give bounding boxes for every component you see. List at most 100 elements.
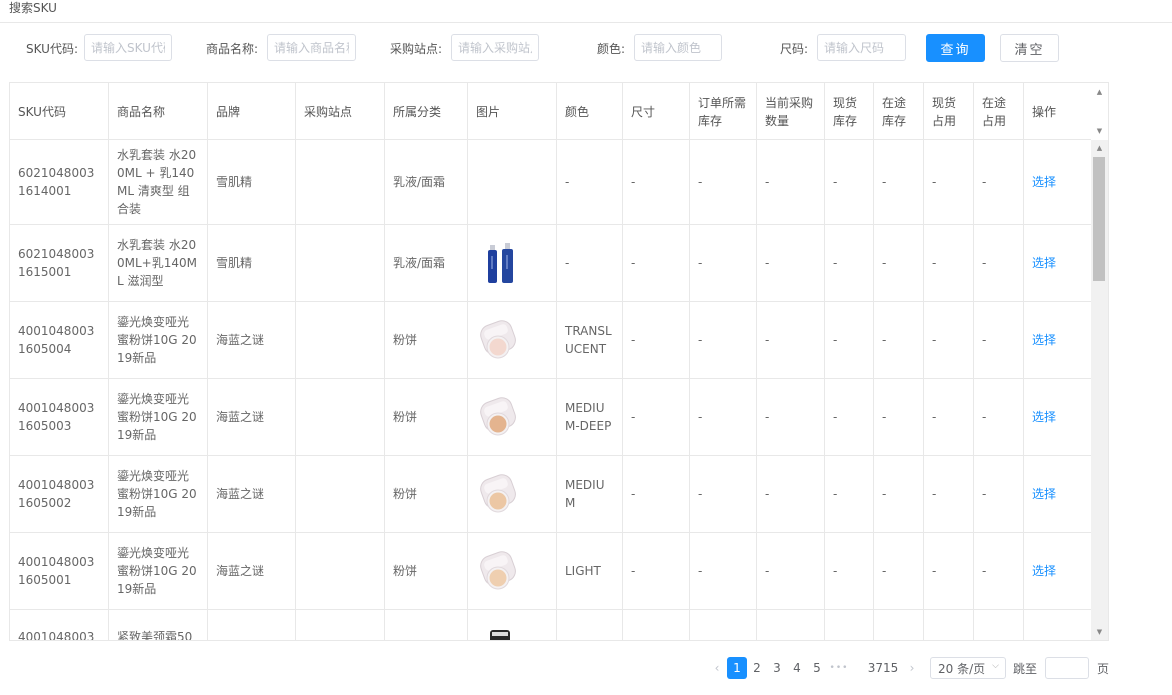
cell-size: - [623,379,690,455]
cell-purchase-qty: - [757,379,825,455]
cell-product-name: 紧致美颈霜50 [109,610,208,640]
clear-button[interactable]: 清空 [1000,34,1059,62]
purchase-site-input[interactable] [451,34,539,61]
column-header-color: 颜色 [557,83,623,140]
cell-purchase-qty: - [757,456,825,532]
page-2-button[interactable]: 2 [747,657,767,679]
cell-purchase-qty: - [757,140,825,224]
cell-category: 粉饼 [385,302,468,378]
cell-action: 选择 [1024,140,1092,224]
scroll-down-icon[interactable]: ▼ [1091,626,1108,638]
cell-order-stock: - [690,302,757,378]
cell-brand: 海蓝之谜 [208,533,296,609]
cell-spot-used: - [924,302,974,378]
cell-transit-used: - [974,140,1024,224]
cell-spot-used: - [924,379,974,455]
page-5-button[interactable]: 5 [807,657,827,679]
cell-transit-used: - [974,379,1024,455]
cell-spot-stock: - [825,302,874,378]
table-row: 400104800316紧致美颈霜50 [10,610,1092,640]
cell-sku-code: 40010480031605004 [10,302,109,378]
column-header-size: 尺寸 [623,83,690,140]
cell-image [468,533,557,609]
select-link[interactable]: 选择 [1032,254,1056,272]
cell-action: 选择 [1024,225,1092,301]
cell-purchase-qty [757,610,825,640]
select-link[interactable]: 选择 [1032,562,1056,580]
sku-code-label: SKU代码: [26,42,78,56]
cell-product-name: 水乳套装 水200ML + 乳140ML 清爽型 组合装 [109,140,208,224]
last-page-button[interactable]: 3715 [866,657,900,679]
cell-transit-stock: - [874,533,924,609]
column-header-spot-used: 现货占用 [924,83,974,140]
scrollbar-thumb[interactable] [1093,157,1105,281]
cell-brand: 海蓝之谜 [208,302,296,378]
table-scrollbar[interactable]: ▲ ▼ [1091,140,1108,640]
prev-page-button[interactable]: ‹ [707,657,727,679]
select-link[interactable]: 选择 [1032,408,1056,426]
cell-transit-stock: - [874,456,924,532]
cell-image [468,456,557,532]
cell-spot-used: - [924,225,974,301]
page-size-value: 20 条/页 [938,661,986,676]
cell-purchase-qty: - [757,225,825,301]
table-row: 40010480031605002 鎏光焕变哑光蜜粉饼10G 2019新品 海蓝之谜… [10,456,1092,533]
cell-image [468,140,557,224]
cell-transit-stock: - [874,225,924,301]
product-name-input[interactable] [267,34,356,61]
purchase-site-label: 采购站点: [390,42,443,56]
next-page-button[interactable]: › [902,657,922,679]
page-4-button[interactable]: 4 [787,657,807,679]
cell-brand [208,610,296,640]
cell-size [623,610,690,640]
select-link[interactable]: 选择 [1032,485,1056,503]
select-link[interactable]: 选择 [1032,173,1056,191]
scroll-up-icon[interactable]: ▲ [1091,86,1108,98]
page-3-button[interactable]: 3 [767,657,787,679]
sku-code-input[interactable] [84,34,172,61]
cell-spot-used: - [924,533,974,609]
cell-purchase-site [296,140,385,224]
cell-category: 粉饼 [385,456,468,532]
cell-purchase-qty: - [757,302,825,378]
cell-image [468,225,557,301]
scroll-down-icon[interactable]: ▼ [1091,125,1108,137]
cell-color: MEDIUM-DEEP [557,379,623,455]
table-row: 60210480031615001 水乳套装 水200ML+乳140ML 滋润型雪… [10,225,1092,302]
product-thumbnail [476,470,524,518]
cell-image [468,610,557,640]
cell-color: - [557,140,623,224]
table-row: 40010480031605001 鎏光焕变哑光蜜粉饼10G 2019新品 海蓝之谜… [10,533,1092,610]
cell-transit-used: - [974,302,1024,378]
page-title: 搜索SKU [9,1,57,15]
cell-category: 乳液/面霜 [385,140,468,224]
sku-search-dialog: 搜索SKU SKU代码: 商品名称: 采购站点: 颜色: 尺码: 查询 清空 S… [0,0,1172,695]
color-input[interactable] [634,34,722,61]
cell-category [385,610,468,640]
scroll-up-icon[interactable]: ▲ [1091,142,1108,154]
select-link[interactable]: 选择 [1032,331,1056,349]
page-1-button[interactable]: 1 [727,657,747,679]
cell-image [468,302,557,378]
cell-spot-stock: - [825,456,874,532]
table-header: SKU代码 商品名称 品牌 采购站点 所属分类 图片 颜色 尺寸 订单所需库存 当前采购数量 现货库… [10,83,1092,140]
cell-sku-code: 400104800316 [10,610,109,640]
jump-page-input[interactable] [1045,657,1089,679]
cell-transit-stock: - [874,140,924,224]
cell-color [557,610,623,640]
cell-order-stock: - [690,533,757,609]
cell-spot-used: - [924,456,974,532]
column-header-purchase-site: 采购站点 [296,83,385,140]
title-bar: 搜索SKU [0,0,1172,23]
cell-order-stock: - [690,456,757,532]
search-button[interactable]: 查询 [926,34,985,62]
cell-order-stock: - [690,379,757,455]
cell-transit-stock [874,610,924,640]
cell-transit-used [974,610,1024,640]
cell-color: LIGHT [557,533,623,609]
page-size-select[interactable]: 20 条/页 ⌵ [930,657,1006,679]
size-label: 尺码: [780,42,809,56]
size-input[interactable] [817,34,906,61]
cell-product-name: 鎏光焕变哑光蜜粉饼10G 2019新品 [109,533,208,609]
more-pages-ellipsis[interactable]: ••• [829,657,849,679]
